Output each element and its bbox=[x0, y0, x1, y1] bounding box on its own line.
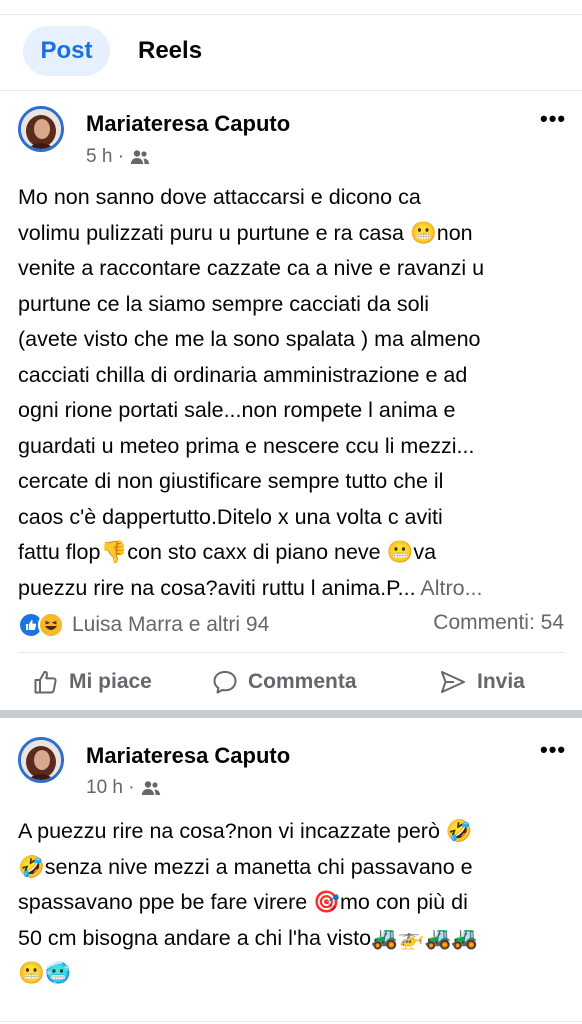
post-text-line: 50 cm bisogna andare a chi l'ha visto🚜🚁🚜… bbox=[18, 925, 479, 950]
post-text-truncated: puezzu rire na cosa?aviti ruttu l anima.… bbox=[18, 575, 416, 600]
post-text-line: volimu pulizzati puru u purtune e ra cas… bbox=[18, 220, 473, 245]
share-button[interactable]: Invia bbox=[439, 662, 525, 702]
post-time: 10 h · bbox=[86, 777, 135, 798]
post-text-last-line: puezzu rire na cosa?aviti ruttu l anima.… bbox=[18, 571, 570, 607]
post-text-line: cercate di non giustificare sempre tutto… bbox=[18, 469, 444, 493]
avatar-photo bbox=[21, 740, 61, 780]
comment-button[interactable]: Commenta bbox=[212, 662, 357, 702]
avatar-photo bbox=[21, 109, 61, 149]
reactions-summary[interactable]: Luisa Marra e altri 94 bbox=[18, 611, 269, 639]
thumbs-up-icon bbox=[34, 670, 57, 694]
post-text-line: caos c'è dappertutto.Ditelo x una volta … bbox=[18, 504, 443, 529]
profile-tabs: Post Reels bbox=[0, 26, 582, 78]
more-options-icon[interactable]: ••• bbox=[540, 106, 566, 132]
post-text-line: 🤣senza nive mezzi a manetta chi passavan… bbox=[18, 854, 473, 879]
post-author[interactable]: Mariateresa Caputo bbox=[86, 743, 290, 769]
more-options-icon[interactable]: ••• bbox=[540, 737, 566, 763]
haha-reaction-icon bbox=[38, 612, 64, 638]
post-time: 5 h · bbox=[86, 146, 125, 167]
post-text: A puezzu rire na cosa?non vi incazzate p… bbox=[18, 814, 570, 992]
post-text-line: 😬🥶 bbox=[18, 961, 72, 985]
actions-divider bbox=[18, 652, 564, 653]
post-text-line: (avete visto che me la sono spalata ) ma… bbox=[18, 327, 481, 351]
post-text-line: purtune ce la siamo sempre cacciati da s… bbox=[18, 291, 430, 316]
post-text-line: spassavano ppe be fare virere 🎯mo con pi… bbox=[18, 890, 468, 914]
audience-friends-icon bbox=[141, 781, 160, 795]
reactions-text: Luisa Marra e altri 94 bbox=[72, 613, 270, 636]
avatar[interactable] bbox=[18, 106, 64, 152]
post-text-line: cacciati chilla di ordinaria amministraz… bbox=[18, 362, 468, 387]
top-divider bbox=[0, 14, 582, 15]
post-text-line: ogni rione portati sale...non rompete l … bbox=[18, 398, 456, 422]
post-author[interactable]: Mariateresa Caputo bbox=[86, 111, 290, 137]
post-actions: Mi piace Commenta Invia bbox=[0, 662, 582, 702]
post-meta: 5 h · bbox=[86, 146, 150, 168]
post-meta: 10 h · bbox=[86, 777, 161, 799]
tab-post[interactable]: Post bbox=[23, 26, 110, 76]
post-text-line: guardati u meteo prima e nescere ccu li … bbox=[18, 433, 475, 458]
post-text-line: venite a raccontare cazzate ca a nive e … bbox=[18, 256, 485, 280]
share-label: Invia bbox=[477, 670, 525, 693]
avatar[interactable] bbox=[18, 737, 64, 783]
post-separator bbox=[0, 710, 582, 718]
bottom-divider bbox=[0, 1021, 582, 1022]
comment-bubble-icon bbox=[213, 671, 237, 694]
post-text: Mo non sanno dove attaccarsi e dicono ca… bbox=[18, 180, 570, 606]
post-text-line: A puezzu rire na cosa?non vi incazzate p… bbox=[18, 819, 473, 843]
see-more-link[interactable]: Altro... bbox=[420, 576, 482, 600]
audience-friends-icon bbox=[130, 150, 150, 164]
tab-reels[interactable]: Reels bbox=[138, 26, 202, 76]
post-text-line: fattu flop👎con sto caxx di piano neve 😬v… bbox=[18, 540, 437, 564]
like-button[interactable]: Mi piace bbox=[33, 662, 152, 702]
like-label: Mi piace bbox=[69, 670, 152, 693]
comments-count[interactable]: Commenti: 54 bbox=[433, 611, 564, 635]
comment-label: Commenta bbox=[248, 670, 357, 693]
tabs-divider bbox=[0, 90, 582, 91]
send-icon bbox=[441, 671, 465, 693]
post-text-line: Mo non sanno dove attaccarsi e dicono ca bbox=[18, 185, 421, 209]
